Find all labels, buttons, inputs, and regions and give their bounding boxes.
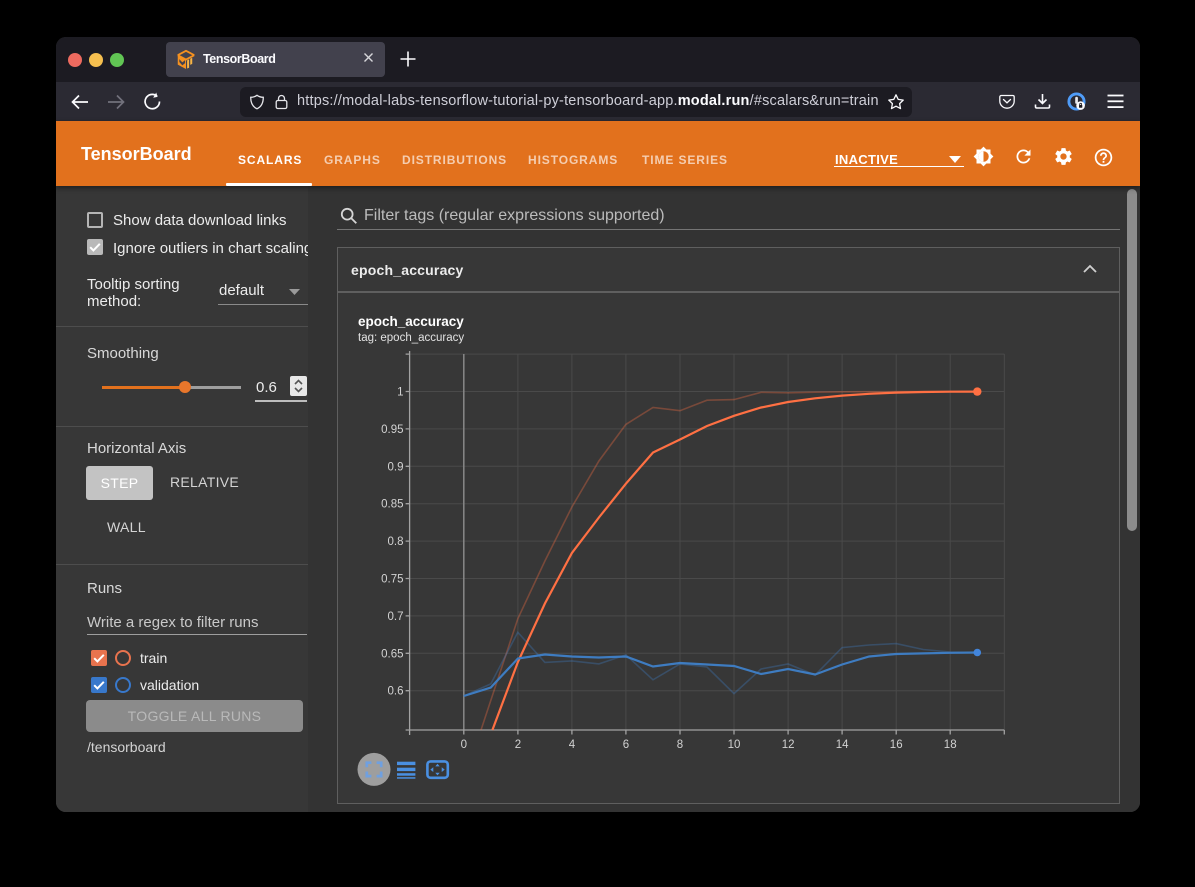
svg-text:12: 12 [782, 739, 795, 751]
svg-text:0.6: 0.6 [388, 686, 404, 698]
svg-text:0.85: 0.85 [381, 499, 403, 511]
svg-text:4: 4 [569, 739, 576, 751]
svg-text:8: 8 [677, 739, 683, 751]
svg-text:14: 14 [836, 739, 849, 751]
svg-text:10: 10 [728, 739, 741, 751]
svg-text:6: 6 [623, 739, 629, 751]
svg-text:tag: epoch_accuracy: tag: epoch_accuracy [358, 332, 464, 344]
svg-text:0.7: 0.7 [388, 611, 404, 623]
svg-text:0.8: 0.8 [388, 536, 404, 548]
svg-text:0.95: 0.95 [381, 424, 403, 436]
svg-text:0: 0 [461, 739, 467, 751]
svg-text:epoch_accuracy: epoch_accuracy [358, 314, 464, 329]
svg-text:1: 1 [397, 387, 403, 399]
svg-text:0.75: 0.75 [381, 574, 403, 586]
svg-text:0.9: 0.9 [388, 461, 404, 473]
svg-text:0.65: 0.65 [381, 648, 403, 660]
svg-text:2: 2 [515, 739, 521, 751]
svg-text:18: 18 [944, 739, 957, 751]
svg-text:16: 16 [890, 739, 903, 751]
